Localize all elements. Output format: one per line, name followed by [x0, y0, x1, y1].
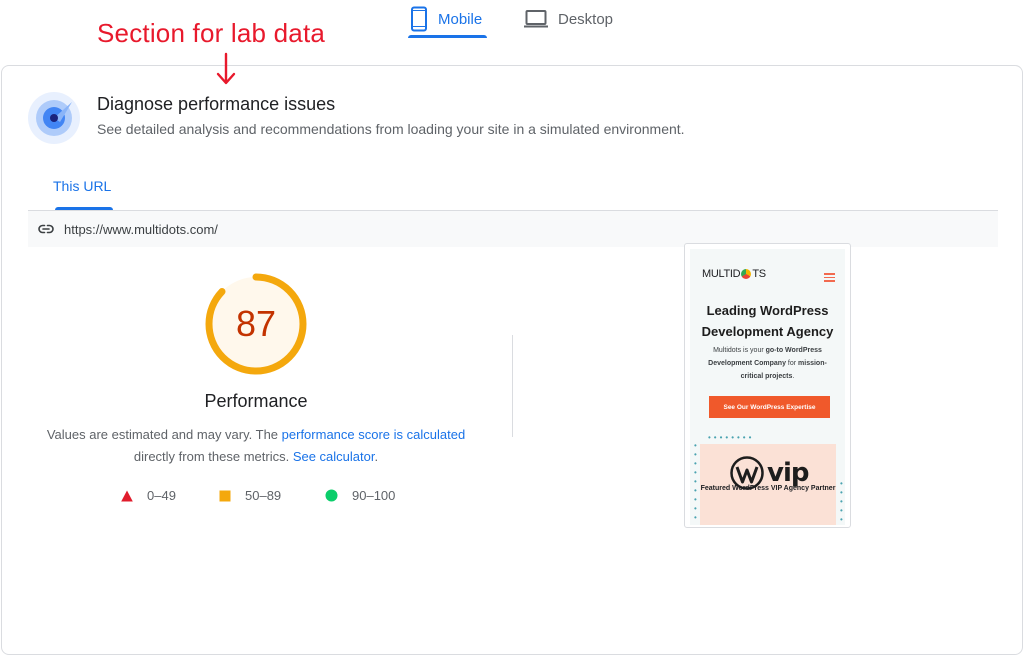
hamburger-menu-icon [824, 273, 835, 284]
tab-desktop[interactable]: Desktop [524, 0, 613, 38]
phone-icon [411, 6, 427, 32]
preview-headline: Leading WordPress Development Agency [701, 303, 834, 339]
preview-logo: MULTID TS [702, 268, 766, 280]
logo-dot-icon [741, 269, 752, 279]
active-tab-indicator [408, 35, 487, 38]
tested-url: https://www.multidots.com/ [64, 221, 218, 237]
score-calculated-link[interactable]: performance score is calculated [282, 427, 466, 442]
preview-text-1: Multidots is your [713, 347, 766, 354]
preview-logo-right: TS [752, 268, 766, 280]
legend-good: 90–100 [325, 488, 395, 503]
vertical-divider [512, 335, 513, 437]
desc-text-1: Values are estimated and may vary. The [46, 427, 282, 442]
legend-poor-range: 0–49 [147, 488, 176, 503]
preview-text: Multidots is your go-to WordPress Develo… [702, 344, 833, 383]
laptop-icon [524, 10, 548, 28]
url-bar: https://www.multidots.com/ [28, 211, 998, 247]
annotation-arrow-icon [216, 52, 236, 85]
lab-subtitle: See detailed analysis and recommendation… [97, 121, 685, 137]
desc-text-2: directly from these metrics. [133, 449, 293, 464]
tab-mobile[interactable]: Mobile [410, 0, 482, 38]
tab-desktop-label: Desktop [558, 10, 614, 28]
preview-text-3: . [792, 373, 795, 380]
decorative-dots-icon: •••••••• [708, 433, 755, 442]
decorative-dots-left-icon: • • • • • • • • • [694, 441, 697, 522]
performance-description: Values are estimated and may vary. The p… [30, 424, 482, 468]
tab-this-url[interactable]: This URL [53, 178, 111, 194]
annotation-label: Section for lab data [97, 18, 326, 48]
performance-score: 87 [235, 303, 277, 344]
legend-average-range: 50–89 [245, 488, 282, 503]
lab-gauge-icon [28, 92, 80, 144]
legend-needs-improvement: 50–89 [219, 488, 281, 503]
preview-content: MULTID TS Leading WordPress Development A… [690, 249, 845, 525]
legend-good-range: 90–100 [352, 488, 396, 503]
lab-title: Diagnose performance issues [97, 94, 336, 114]
tab-mobile-label: Mobile [438, 10, 483, 28]
decorative-dots-right-icon: • • • • • [840, 479, 843, 524]
link-icon [38, 224, 54, 234]
preview-cta-button: See Our WordPress Expertise [709, 396, 830, 418]
triangle-icon [121, 490, 133, 501]
page-screenshot-preview: MULTID TS Leading WordPress Development A… [684, 243, 851, 528]
circle-icon [325, 489, 338, 502]
desc-text-3: . [374, 449, 379, 464]
preview-logo-left: MULTID [702, 268, 741, 280]
vip-caption: Featured WordPress VIP Agency Partner [700, 485, 836, 492]
see-calculator-link[interactable]: See calculator [293, 449, 375, 464]
preview-text-2: for [785, 360, 799, 367]
preview-vip-panel: vip Featured WordPress VIP Agency Partne… [700, 444, 836, 525]
performance-label: Performance [204, 391, 308, 411]
legend-poor: 0–49 [121, 488, 176, 503]
square-icon [219, 490, 231, 501]
